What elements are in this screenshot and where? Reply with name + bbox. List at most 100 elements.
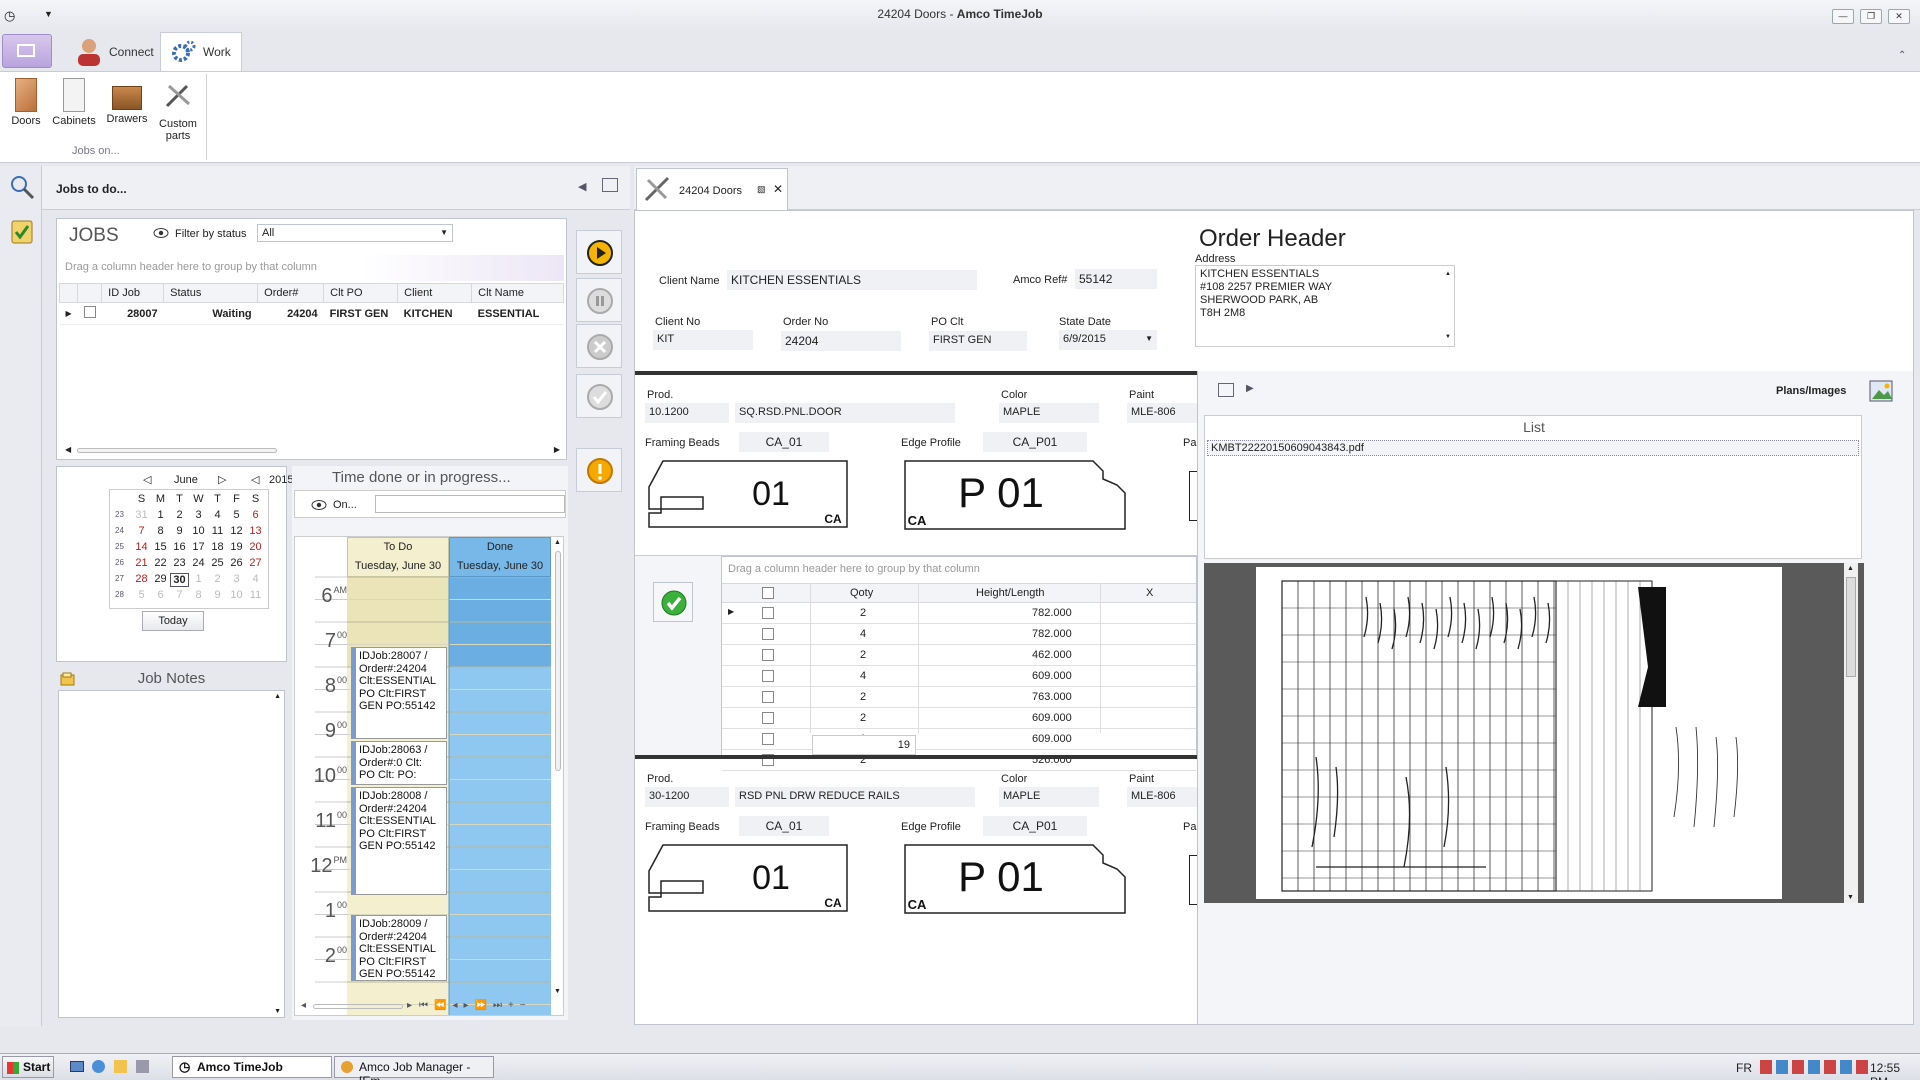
search-tools-icon[interactable] (9, 174, 35, 200)
row-checkbox[interactable] (762, 691, 774, 703)
table-row[interactable]: 1609.000 (722, 729, 1196, 750)
calendar-day[interactable]: 9 (208, 589, 227, 601)
tab-close-icon[interactable]: ✕ (773, 182, 783, 196)
today-button[interactable]: Today (142, 611, 204, 631)
notes-scroll-up-icon[interactable]: ▲ (274, 693, 281, 700)
explorer-icon[interactable] (114, 1060, 127, 1073)
po-clt-field[interactable]: FIRST GEN (929, 331, 1027, 351)
calendar-day[interactable]: 18 (208, 541, 227, 553)
pin-icon[interactable]: ▧ (757, 184, 766, 195)
jobs-horizontal-scrollbar[interactable]: ◀ ▶ (59, 445, 564, 457)
state-date-picker[interactable]: 6/9/2015 ▼ (1059, 330, 1157, 350)
calendar-day[interactable]: 4 (208, 509, 227, 521)
prod-desc-field[interactable]: RSD PNL DRW REDUCE RAILS (735, 787, 975, 807)
col-clt-name[interactable]: Clt Name (471, 283, 564, 303)
drawers-button[interactable]: Drawers (101, 78, 153, 125)
row-checkbox[interactable] (762, 649, 774, 661)
calendar-day[interactable]: 29 (151, 573, 170, 585)
calendar-day[interactable]: 1 (151, 509, 170, 521)
calendar-day[interactable]: 7 (170, 589, 189, 601)
calendar-day[interactable]: 10 (189, 525, 208, 537)
address-field[interactable]: KITCHEN ESSENTIALS #108 2257 PREMIER WAY S… (1195, 265, 1455, 347)
pin-panel-icon[interactable] (602, 178, 618, 192)
col-order[interactable]: Order# (257, 283, 325, 303)
preview-vertical-scrollbar[interactable]: ▲ ▼ (1844, 563, 1858, 903)
col-x[interactable]: X (1146, 587, 1153, 599)
table-row[interactable]: ▶ 2 782.000 (722, 603, 1196, 624)
collapse-left-icon[interactable]: ◀ (578, 180, 586, 193)
calendar-day[interactable]: 24 (189, 557, 208, 569)
minimize-button[interactable]: — (1832, 9, 1854, 24)
col-qty[interactable]: Qoty (850, 587, 873, 599)
prev-year-icon[interactable]: ◁ (251, 473, 259, 486)
calendar-day[interactable]: 16 (170, 541, 189, 553)
calendar-day[interactable]: 8 (151, 525, 170, 537)
row-checkbox[interactable] (762, 607, 774, 619)
start-button[interactable] (576, 230, 622, 274)
calendar-day[interactable]: 15 (151, 541, 170, 553)
next-month-icon[interactable]: ▷ (218, 473, 226, 486)
prod-desc-field[interactable]: SQ.RSD.PNL.DOOR (735, 403, 955, 423)
table-row[interactable]: 2 763.000 (722, 687, 1196, 708)
table-row[interactable]: 2 609.000 (722, 708, 1196, 729)
prev-month-icon[interactable]: ◁ (143, 473, 151, 486)
address-scroll-down-icon[interactable]: ▼ (1445, 331, 1451, 344)
show-desktop-icon[interactable] (70, 1061, 84, 1072)
table-row[interactable]: ▶ 28007 Waiting 24204 FIRST GEN KITCHEN … (59, 302, 564, 325)
calendar-day[interactable]: 23 (170, 557, 189, 569)
appointment[interactable]: IDJob:28008 /Order#:24204 Clt:ESSENTIAL PO… (351, 787, 447, 895)
calendar-day[interactable]: 13 (246, 525, 265, 537)
order-no-field[interactable]: 24204 (781, 331, 901, 351)
col-height-length[interactable]: Height/Length (976, 587, 1045, 599)
calendar-day[interactable]: 2 (208, 573, 227, 585)
start-menu-button[interactable]: Start (2, 1056, 54, 1078)
job-notes-textarea[interactable]: ▲ ▼ (58, 690, 285, 1018)
calendar-day[interactable]: 10 (227, 589, 246, 601)
clipboard-check-icon[interactable] (11, 218, 33, 244)
calendar-day[interactable]: 11 (246, 589, 265, 601)
network-icon[interactable] (136, 1060, 149, 1073)
alert-button[interactable] (576, 448, 622, 492)
edge-profile-field[interactable]: CA_P01 (983, 432, 1087, 452)
notes-scroll-down-icon[interactable]: ▼ (274, 1008, 281, 1015)
table-row[interactable]: 4 782.000 (722, 624, 1196, 645)
calendar-day[interactable]: 6 (151, 589, 170, 601)
calendar-day[interactable]: 20 (246, 541, 265, 553)
browser-icon[interactable] (92, 1060, 105, 1073)
row-checkbox[interactable] (762, 628, 774, 640)
prod-code-field[interactable]: 30-1200 (645, 787, 729, 807)
complete-button[interactable] (576, 374, 622, 418)
custom-parts-button[interactable]: Custom parts (152, 78, 204, 142)
add-plan-icon[interactable] (1218, 383, 1234, 397)
calendar-day[interactable]: 28 (132, 573, 151, 585)
calendar-day[interactable]: 5 (227, 509, 246, 521)
expand-right-icon[interactable]: ▶ (1246, 383, 1254, 394)
calendar-day[interactable]: 27 (246, 557, 265, 569)
table-row[interactable]: 2 462.000 (722, 645, 1196, 666)
select-all-checkbox[interactable] (762, 587, 774, 599)
calendar-day[interactable]: 3 (189, 509, 208, 521)
paint-field[interactable]: MLE-806 (1127, 403, 1197, 423)
appointment[interactable]: IDJob:28063 /Order#:0 Clt: PO Clt: PO: (351, 741, 447, 785)
calendar-day[interactable]: 3 (227, 573, 246, 585)
validate-button[interactable] (653, 582, 693, 622)
schedule-vertical-scrollbar[interactable]: ▲ ▼ (553, 537, 563, 997)
calendar-day[interactable]: 25 (208, 557, 227, 569)
col-status[interactable]: Status (163, 283, 259, 303)
calendar-day[interactable]: 12 (227, 525, 246, 537)
col-client[interactable]: Client (397, 283, 473, 303)
close-button[interactable]: ✕ (1888, 9, 1910, 24)
address-scroll-up-icon[interactable]: ▲ (1445, 268, 1451, 281)
on-filter-input[interactable] (375, 495, 565, 513)
calendar-day[interactable]: 2 (170, 509, 189, 521)
calendar-day[interactable]: 19 (227, 541, 246, 553)
calendar-day[interactable]: 4 (246, 573, 265, 585)
color-field[interactable]: MAPLE (999, 403, 1099, 423)
pause-button[interactable] (576, 278, 622, 322)
restore-button[interactable]: ❐ (1860, 9, 1882, 24)
collapse-ribbon-icon[interactable]: ⌃ (1898, 50, 1906, 61)
paint-field[interactable]: MLE-806 (1127, 787, 1197, 807)
row-checkbox[interactable] (762, 670, 774, 682)
calendar-day[interactable]: 6 (246, 509, 265, 521)
plan-file-item[interactable]: KMBT22220150609043843.pdf (1207, 440, 1859, 456)
